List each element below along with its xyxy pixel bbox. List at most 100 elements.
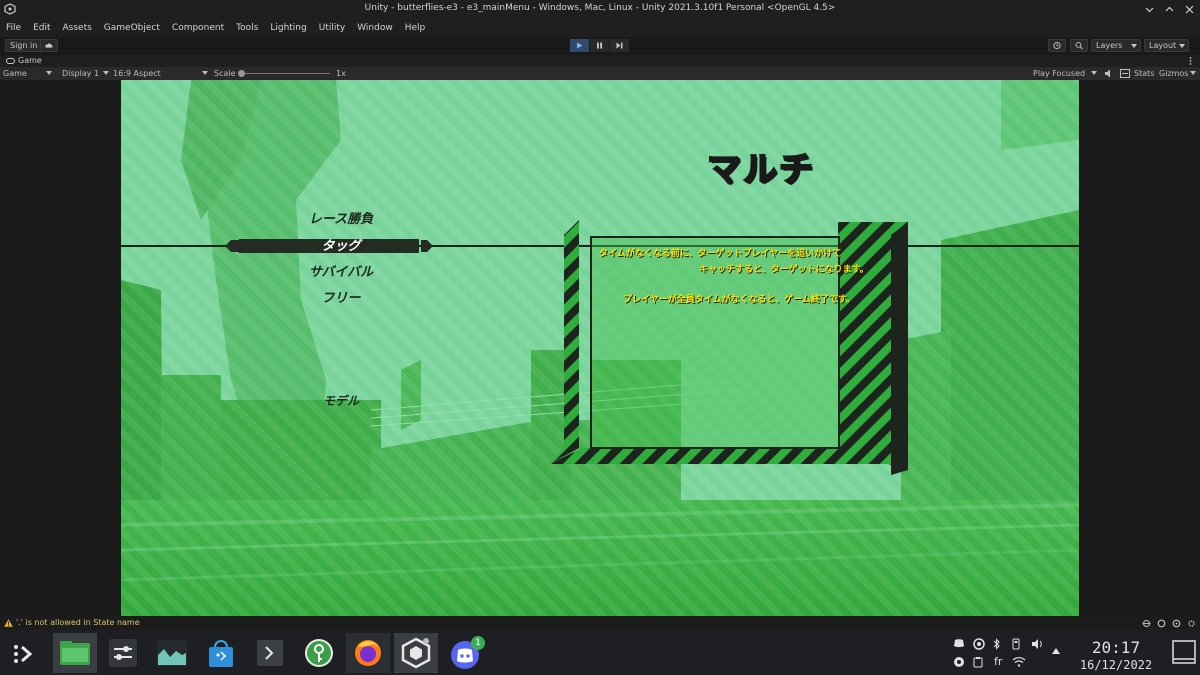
menu-item-free[interactable]: フリー — [271, 287, 411, 306]
shortcuts-icon[interactable] — [1120, 69, 1130, 78]
maximize-icon[interactable] — [1162, 2, 1176, 16]
stats-toggle[interactable]: Stats — [1134, 69, 1154, 78]
clock[interactable]: 20:17 16/12/2022 — [1070, 638, 1162, 672]
scale-slider[interactable] — [240, 73, 330, 74]
wifi-icon[interactable] — [1012, 656, 1026, 667]
sliders-icon — [109, 639, 137, 667]
steam-tray-icon[interactable] — [973, 638, 985, 650]
expand-tray-icon[interactable] — [1052, 648, 1060, 654]
taskbar-system-monitor[interactable] — [150, 633, 194, 673]
menu-gameobject[interactable]: GameObject — [104, 23, 160, 33]
unity-icon — [401, 637, 431, 669]
layout-dropdown[interactable]: Layout — [1144, 39, 1189, 52]
menu-file[interactable]: File — [6, 23, 21, 33]
game-control-bar: Game Display 1 16:9 Aspect Scale 1x Play… — [0, 67, 1200, 80]
chevron-down-icon — [1131, 43, 1137, 48]
kebab-menu-icon[interactable] — [1189, 57, 1192, 65]
clipboard-icon[interactable] — [973, 656, 983, 668]
mute-audio-icon[interactable] — [1104, 69, 1114, 78]
status-message: '.' is not allowed in State name — [16, 618, 140, 627]
menu-component[interactable]: Component — [172, 23, 224, 33]
minimize-icon[interactable] — [1142, 2, 1156, 16]
layers-label: Layers — [1096, 41, 1123, 50]
cloud-button[interactable] — [40, 39, 58, 52]
step-button[interactable] — [610, 39, 629, 52]
notifications-icon[interactable] — [1172, 619, 1181, 628]
menu-item-race[interactable]: レース勝負 — [271, 208, 411, 227]
terminal-icon — [257, 640, 283, 666]
tab-game-label: Game — [18, 56, 42, 65]
menu-tools[interactable]: Tools — [236, 23, 258, 33]
model-button[interactable]: モデル — [291, 392, 391, 409]
menu-lighting[interactable]: Lighting — [270, 23, 306, 33]
mode-title: マルチ — [706, 149, 815, 191]
chevron-down-icon — [1190, 71, 1196, 75]
history-icon — [1053, 41, 1061, 50]
search-button[interactable] — [1070, 39, 1088, 52]
taskbar-file-manager[interactable] — [53, 633, 97, 673]
description-line-2: キャッチすると、ターゲットになります。 — [699, 265, 869, 275]
usb-device-icon[interactable] — [1012, 638, 1020, 650]
shield-tray-icon[interactable] — [953, 656, 965, 668]
menu-edit[interactable]: Edit — [33, 23, 50, 33]
menu-window[interactable]: Window — [357, 23, 393, 33]
progress-icon[interactable] — [1157, 619, 1166, 628]
gear-icon[interactable] — [1187, 619, 1196, 628]
taskbar-settings[interactable] — [101, 633, 145, 673]
discord-tray-icon[interactable] — [953, 638, 965, 648]
window-title: Unity - butterflies-e3 - e3_mainMenu - W… — [364, 3, 836, 13]
chevron-down-icon — [202, 71, 208, 75]
bluetooth-icon[interactable] — [993, 638, 1001, 650]
step-icon — [616, 42, 623, 49]
menu-utility[interactable]: Utility — [319, 23, 345, 33]
aspect-dropdown[interactable]: 16:9 Aspect — [113, 69, 161, 78]
scale-label: Scale — [214, 69, 236, 78]
play-button[interactable] — [570, 39, 589, 52]
taskbar-firefox[interactable] — [346, 633, 390, 673]
menu-assets[interactable]: Assets — [63, 23, 92, 33]
menu-item-survival[interactable]: サバイバル — [271, 261, 411, 280]
tab-game[interactable]: Game — [6, 56, 42, 65]
warning-icon — [4, 618, 13, 627]
chevron-down-icon — [103, 71, 109, 75]
display-dropdown[interactable]: Display 1 — [62, 69, 99, 78]
app-launcher-button[interactable] — [0, 633, 44, 673]
gamepad-icon — [6, 57, 15, 64]
console-status-bar[interactable]: '.' is not allowed in State name — [0, 616, 1200, 630]
debug-icon[interactable] — [1142, 619, 1151, 628]
gizmos-dropdown[interactable]: Gizmos — [1159, 69, 1188, 78]
layers-dropdown[interactable]: Layers — [1091, 39, 1141, 52]
play-controls — [570, 39, 629, 52]
game-mode-dropdown[interactable]: Game — [3, 69, 27, 78]
clock-date: 16/12/2022 — [1079, 658, 1153, 672]
taskbar-terminal[interactable] — [248, 633, 292, 673]
close-icon[interactable] — [1182, 2, 1196, 16]
volume-icon[interactable] — [1031, 638, 1043, 650]
scale-slider-handle[interactable] — [238, 70, 245, 77]
taskbar-keepassxc[interactable] — [297, 633, 341, 673]
title-bar: Unity - butterflies-e3 - e3_mainMenu - W… — [0, 0, 1200, 18]
cloud-icon — [45, 43, 53, 48]
menu-item-tag[interactable]: タッグ — [271, 235, 411, 254]
keyboard-layout[interactable]: fr — [994, 655, 1002, 668]
chart-area-icon — [157, 640, 187, 666]
scene-artwork — [121, 80, 1079, 616]
game-scene[interactable]: マルチ レース勝負 タッグ サバイバル フリー モデル タイムがなくなる前に、タ… — [121, 80, 1079, 616]
menu-help[interactable]: Help — [405, 23, 426, 33]
game-tab-header: Game — [0, 55, 1200, 67]
taskbar-unity[interactable] — [394, 633, 438, 673]
pause-button[interactable] — [590, 39, 609, 52]
main-toolbar: Sign in Layers Layout — [0, 37, 1200, 55]
show-desktop-icon[interactable] — [1172, 640, 1196, 664]
chevron-down-icon — [1179, 43, 1185, 48]
sign-in-button[interactable]: Sign in — [5, 39, 43, 52]
key-icon — [305, 639, 333, 667]
app-launcher-icon — [14, 645, 33, 663]
taskbar-discover[interactable] — [199, 633, 243, 673]
discord-badge: 1 — [471, 636, 485, 650]
taskbar-discord[interactable]: 1 — [443, 633, 487, 673]
shopping-bag-icon — [209, 640, 233, 667]
folder-icon — [60, 641, 90, 665]
play-focused-dropdown[interactable]: Play Focused — [1033, 69, 1085, 78]
history-button[interactable] — [1048, 39, 1066, 52]
